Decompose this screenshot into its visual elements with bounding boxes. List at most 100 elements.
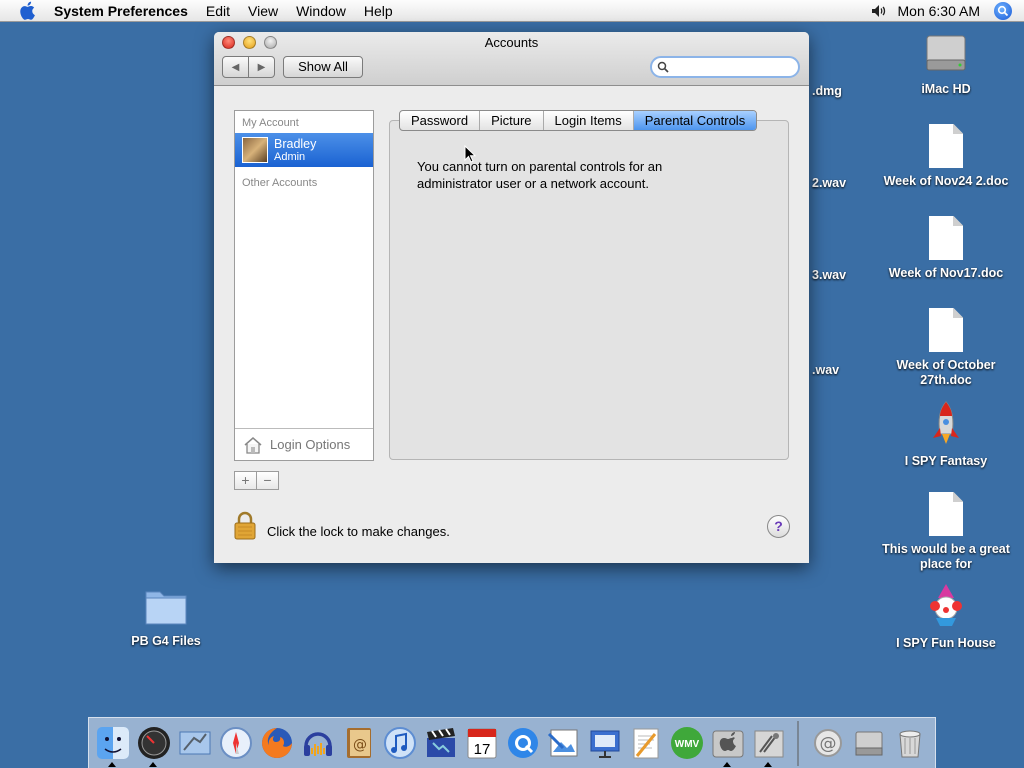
preview-icon	[547, 729, 577, 757]
mail-icon	[179, 731, 210, 755]
add-account-button[interactable]: +	[235, 472, 256, 489]
volume-icon[interactable]	[868, 0, 890, 22]
menu-help[interactable]: Help	[355, 0, 402, 22]
clown-icon	[930, 584, 962, 626]
forward-button[interactable]: ▶	[248, 57, 274, 77]
dock-network[interactable]: @	[807, 723, 848, 764]
desktop-icon-imac-hd[interactable]: iMac HD	[876, 30, 1016, 97]
desktop-icon-label: Week of Nov24 2.doc	[883, 174, 1009, 188]
lock-icon[interactable]	[233, 511, 257, 541]
search-icon	[657, 61, 669, 73]
desktop-icon-doc-nov17[interactable]: Week of Nov17.doc	[876, 216, 1016, 281]
account-row-bradley[interactable]: Bradley Admin	[235, 133, 373, 167]
presentation-icon	[590, 730, 619, 758]
calendar-icon: 17	[467, 728, 496, 759]
accounts-pane: My Account Bradley Admin Other Accounts …	[214, 87, 809, 563]
help-button[interactable]: ?	[767, 515, 790, 538]
dock-address-book[interactable]: @	[338, 723, 379, 764]
dock-mail[interactable]	[174, 723, 215, 764]
dock-textedit[interactable]	[625, 723, 666, 764]
tab-parental-controls[interactable]: Parental Controls	[632, 111, 757, 130]
dock-audacity[interactable]	[297, 723, 338, 764]
menu-app-name[interactable]: System Preferences	[54, 0, 197, 22]
dock-imovie[interactable]	[420, 723, 461, 764]
dock-trash[interactable]	[889, 723, 930, 764]
at-sign-icon: @	[813, 729, 842, 757]
menu-edit[interactable]: Edit	[197, 0, 239, 22]
other-accounts-header: Other Accounts	[242, 177, 318, 189]
document-icon	[929, 308, 963, 352]
remove-account-button[interactable]: −	[256, 472, 278, 489]
desktop-icon-label: Week of Nov17.doc	[888, 266, 1004, 280]
forward-arrow-icon: ▶	[257, 61, 266, 73]
desktop-icon-doc-nov24[interactable]: Week of Nov24 2.doc	[876, 124, 1016, 189]
search-field[interactable]	[650, 56, 800, 78]
menu-window[interactable]: Window	[287, 0, 355, 22]
desktop-icon-label: iMac HD	[921, 82, 971, 96]
hard-drive-icon	[855, 731, 882, 756]
account-name: Bradley	[274, 136, 317, 151]
itunes-icon	[383, 727, 416, 759]
dock-safari[interactable]	[215, 723, 256, 764]
show-all-button[interactable]: Show All	[283, 56, 363, 78]
tab-password[interactable]: Password	[400, 111, 479, 130]
wmv-label: WMV	[674, 739, 699, 750]
system-preferences-icon	[712, 730, 743, 758]
window-toolbar[interactable]: Accounts ◀ ▶ Show All	[214, 32, 809, 86]
rocket-icon	[933, 401, 959, 444]
desktop-icon-label: I SPY Fun House	[896, 636, 996, 650]
desktop-icon-doc-oct27[interactable]: Week of October 27th.doc	[876, 308, 1016, 388]
document-icon	[929, 492, 963, 536]
dock-disk[interactable]	[848, 723, 889, 764]
tab-login-items[interactable]: Login Items	[542, 111, 633, 130]
tab-bar: Password Picture Login Items Parental Co…	[399, 110, 758, 131]
dock-utility[interactable]	[748, 723, 789, 767]
accounts-window: Accounts ◀ ▶ Show All My Account Bradley…	[214, 32, 809, 563]
desktop-icon-pb-g4-files[interactable]: PB G4 Files	[96, 584, 236, 649]
dock-preview[interactable]	[543, 723, 584, 764]
textedit-icon	[633, 728, 658, 759]
dock-finder[interactable]	[92, 723, 133, 767]
dock: @ 17 WMV @	[88, 717, 936, 768]
dock-firefox[interactable]	[256, 723, 297, 764]
desktop-icon-ispy-funhouse[interactable]: I SPY Fun House	[876, 584, 1016, 651]
dock-system-preferences[interactable]	[707, 723, 748, 767]
apple-menu-icon[interactable]	[0, 0, 54, 22]
dock-itunes[interactable]	[379, 723, 420, 764]
login-options-item[interactable]: Login Options	[235, 428, 373, 460]
desktop-label-partial: 2.wav	[812, 176, 847, 190]
search-input[interactable]	[673, 60, 793, 74]
account-role: Admin	[274, 150, 306, 163]
desktop-label-partial: 3.wav	[812, 268, 847, 282]
back-arrow-icon: ◀	[231, 61, 240, 73]
running-indicator	[723, 761, 731, 767]
dock-quicktime[interactable]	[502, 723, 543, 764]
menu-clock[interactable]: Mon 6:30 AM	[898, 3, 981, 19]
document-icon	[929, 124, 963, 168]
dock-dashboard[interactable]	[133, 723, 174, 767]
dock-keynote[interactable]	[584, 723, 625, 764]
svg-text:@: @	[353, 737, 367, 753]
desktop-icon-ispy-fantasy[interactable]: I SPY Fantasy	[876, 400, 1016, 469]
tab-picture[interactable]: Picture	[479, 111, 542, 130]
house-icon	[244, 436, 262, 454]
dock-wmv[interactable]: WMV	[666, 723, 707, 764]
menu-extras: Mon 6:30 AM	[868, 0, 1024, 22]
hard-drive-icon	[926, 35, 966, 71]
running-indicator	[108, 761, 116, 767]
add-remove-group: + −	[234, 471, 279, 490]
menu-view[interactable]: View	[239, 0, 287, 22]
lock-message: Click the lock to make changes.	[267, 524, 450, 539]
folder-icon	[145, 591, 187, 625]
back-button[interactable]: ◀	[223, 57, 248, 77]
menu-bar: System Preferences Edit View Window Help…	[0, 0, 1024, 22]
firefox-icon	[261, 728, 292, 758]
desktop-icon-doc-great-place[interactable]: This would be a great place for	[876, 492, 1016, 572]
quicktime-icon	[507, 728, 538, 758]
accounts-list[interactable]: My Account Bradley Admin Other Accounts …	[234, 110, 374, 461]
utility-icon	[754, 730, 783, 758]
dock-ical[interactable]: 17	[461, 723, 502, 764]
avatar	[242, 137, 268, 163]
safari-icon	[219, 727, 252, 759]
spotlight-icon[interactable]	[994, 2, 1012, 20]
